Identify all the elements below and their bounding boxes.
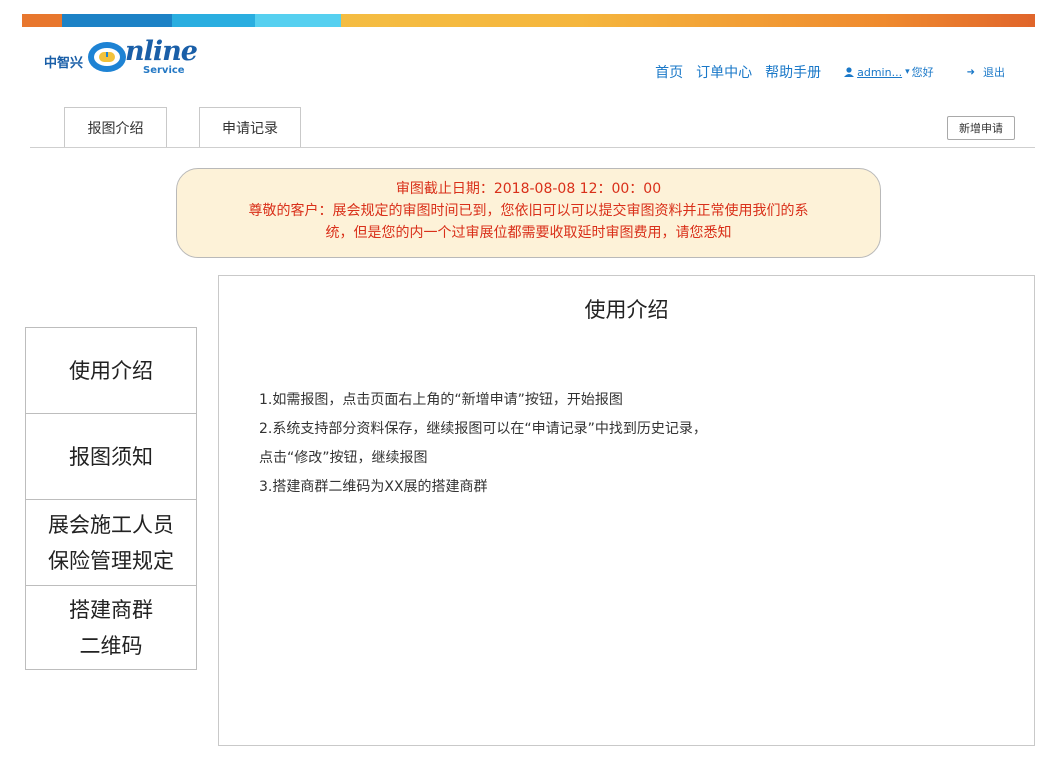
content-paragraph: 1.如需报图，点击页面右上角的“新增申请”按钮，开始报图 [259, 392, 623, 408]
brand-service: Service [143, 65, 185, 76]
tab-intro[interactable]: 报图介绍 [64, 107, 167, 147]
content-title: 使用介绍 [584, 298, 669, 322]
brand-name-online: nline [125, 36, 198, 67]
top-navigation: 首页 订单中心 帮助手册 admin... ▾ 您好 ➜ 退出 [655, 62, 1005, 82]
user-icon [844, 67, 855, 77]
logout-link[interactable]: ➜ 退出 [967, 64, 1005, 80]
sidebar-item-label: 报图须知 [69, 444, 153, 469]
brand-logo[interactable]: 中智兴 nline Service [44, 36, 202, 78]
new-request-button[interactable]: 新增申请 [947, 116, 1015, 140]
sidebar-item-insurance-rules[interactable]: 展会施工人员 保险管理规定 [26, 500, 196, 586]
sidebar-item-label: 二维码 [79, 633, 143, 658]
logout-label[interactable]: 退出 [983, 64, 1005, 80]
notice-message-line1: 尊敬的客户：展会规定的审图时间已到，您依旧可以可以提交审图资料并正常使用我们的系 [248, 203, 809, 219]
notice-deadline: 审图截止日期：2018-08-08 12：00：00 [395, 181, 662, 197]
nav-help[interactable]: 帮助手册 [765, 62, 821, 82]
content-body: 1.如需报图，点击页面右上角的“新增申请”按钮，开始报图 2.系统支持部分资料保… [259, 386, 707, 502]
user-menu[interactable]: admin... ▾ 您好 [844, 64, 934, 80]
sidebar-item-label: 使用介绍 [69, 358, 153, 383]
caret-down-icon: ▾ [905, 67, 910, 77]
sidebar-item-label: 搭建商群 [69, 597, 153, 622]
user-name-link[interactable]: admin... [857, 66, 902, 79]
deadline-notice: 审图截止日期：2018-08-08 12：00：00 尊敬的客户：展会规定的审图… [176, 168, 881, 258]
sidebar-menu: 使用介绍 报图须知 展会施工人员 保险管理规定 搭建商群 二维码 [25, 327, 197, 670]
brand-name-cn: 中智兴 [44, 56, 84, 71]
nav-home[interactable]: 首页 [655, 62, 683, 82]
tab-records[interactable]: 申请记录 [199, 107, 301, 147]
user-greeting: 您好 [911, 66, 934, 79]
top-color-stripe [22, 14, 1035, 27]
sidebar-item-usage-intro[interactable]: 使用介绍 [26, 328, 196, 414]
logout-icon: ➜ [966, 66, 975, 78]
sidebar-item-label: 展会施工人员 [48, 512, 174, 537]
mouse-globe-icon [88, 42, 127, 72]
tab-divider [30, 147, 1035, 148]
nav-orders[interactable]: 订单中心 [696, 62, 752, 82]
content-paragraph: 2.系统支持部分资料保存，继续报图可以在“申请记录”中找到历史记录， [259, 421, 707, 437]
sidebar-item-label: 保险管理规定 [48, 548, 174, 573]
page-tabs: 报图介绍 申请记录 [64, 107, 301, 147]
content-panel: 使用介绍 1.如需报图，点击页面右上角的“新增申请”按钮，开始报图 2.系统支持… [218, 275, 1035, 746]
notice-message-line2: 统，但是您的内一个过审展位都需要收取延时审图费用，请您悉知 [325, 225, 732, 241]
sidebar-item-submission-notes[interactable]: 报图须知 [26, 414, 196, 500]
sidebar-item-group-qrcode[interactable]: 搭建商群 二维码 [26, 586, 196, 669]
content-paragraph: 点击“修改”按钮，继续报图 [259, 450, 428, 466]
online-logo-mark: nline Service [87, 36, 202, 78]
content-paragraph: 3.搭建商群二维码为XX展的搭建商群 [259, 479, 488, 495]
